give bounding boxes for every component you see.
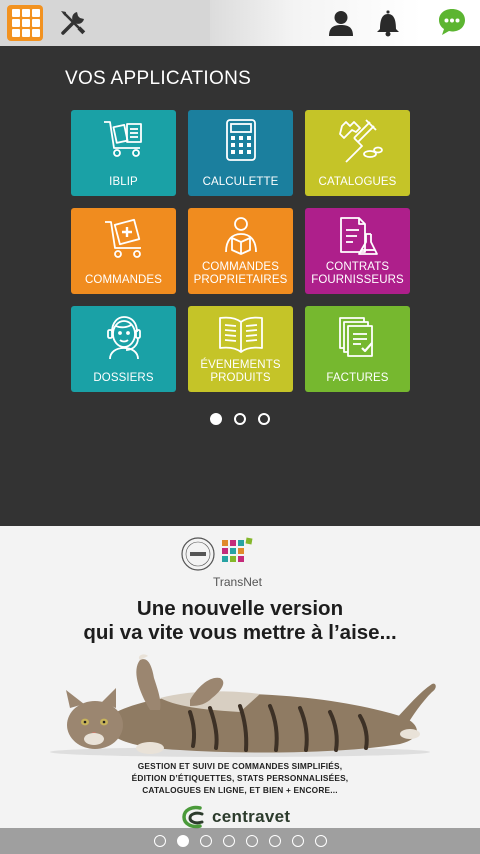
centravet-mark-icon — [182, 805, 204, 829]
banner-features-line3: CATALOGUES EN LIGNE, ET BIEN + ENCORE... — [142, 785, 338, 795]
bell-icon[interactable] — [374, 9, 402, 37]
banner-features-line2: ÉDITION D’ÉTIQUETTES, STATS PERSONNALISÉ… — [131, 773, 349, 783]
tile-label: CATALOGUES — [318, 176, 397, 188]
open-book-icon — [218, 316, 263, 353]
tile-commandes-proprietaires[interactable]: COMMANDES PROPRIETAIRES — [188, 208, 293, 294]
trolley-icon — [103, 121, 142, 157]
banner-features-line1: GESTION ET SUIVI DE COMMANDES SIMPLIFIÉS… — [137, 761, 343, 771]
tile-catalogues[interactable]: CATALOGUES — [305, 110, 410, 196]
product-name: TransNet — [213, 575, 262, 589]
pager-dot-3[interactable] — [258, 413, 270, 425]
syringe-icon — [338, 119, 383, 163]
invoices-icon — [338, 317, 373, 357]
user-icon[interactable] — [327, 9, 355, 37]
tile-iblip[interactable]: IBLIP — [71, 110, 176, 196]
tile-commandes[interactable]: COMMANDES — [71, 208, 176, 294]
company-name: centravet — [212, 807, 291, 826]
tile-evenements-produits[interactable]: ÉVENEMENTS PRODUITS — [188, 306, 293, 392]
apps-pager — [0, 413, 480, 425]
banner-dot-6[interactable] — [268, 835, 281, 847]
chat-icon — [439, 9, 465, 35]
section-title: VOS APPLICATIONS — [65, 68, 252, 89]
tile-label-two-lines: CONTRATS FOURNISSEURS — [305, 261, 410, 287]
tile-calculette[interactable]: CALCULETTE — [188, 110, 293, 196]
tile-factures[interactable]: FACTURES — [305, 306, 410, 392]
banner-dot-3[interactable] — [199, 835, 212, 847]
banner-dot-2[interactable] — [176, 835, 189, 847]
tile-label: COMMANDES — [85, 274, 162, 286]
tile-dossiers[interactable]: DOSSIERS — [71, 306, 176, 392]
contract-flask-icon — [339, 217, 378, 255]
tile-label: CALCULETTE — [202, 176, 279, 188]
banner-dot-8[interactable] — [314, 835, 327, 847]
tile-label-line: CONTRATS — [325, 261, 390, 273]
banner-dot-5[interactable] — [245, 835, 258, 847]
banner-dot-1[interactable] — [153, 835, 166, 847]
tools-icon[interactable] — [58, 8, 88, 38]
tile-label-two-lines: COMMANDES PROPRIETAIRES — [188, 261, 293, 287]
tile-label-line: COMMANDES — [202, 261, 279, 273]
chat-button[interactable] — [424, 0, 480, 46]
tile-label-line: FOURNISSEURS — [311, 274, 404, 286]
banner-dot-7[interactable] — [291, 835, 304, 847]
applications-panel: VOS APPLICATIONS IBLIP CALCULETTE CATALO… — [0, 46, 480, 526]
package-person-icon — [224, 217, 257, 255]
tile-label: IBLIP — [109, 176, 138, 188]
tile-label: DOSSIERS — [93, 372, 154, 384]
banner-dot-4[interactable] — [222, 835, 235, 847]
tile-label-line: PROPRIETAIRES — [193, 274, 288, 286]
top-bar — [0, 0, 480, 46]
tile-label-two-lines: ÉVENEMENTS PRODUITS — [188, 359, 293, 385]
headset-person-icon — [106, 316, 141, 360]
transnet-logo — [181, 537, 253, 571]
tile-contrats-fournisseurs[interactable]: CONTRATS FOURNISSEURS — [305, 208, 410, 294]
apps-grid-icon[interactable] — [7, 5, 43, 41]
calculator-icon — [225, 119, 256, 161]
tile-label-line: ÉVENEMENTS — [200, 359, 281, 371]
tile-label: FACTURES — [326, 372, 389, 384]
tile-label-line: PRODUITS — [210, 372, 271, 384]
cat-illustration — [50, 654, 436, 757]
banner-headline-line1: Une nouvelle version — [136, 597, 344, 620]
banner-pager — [0, 828, 480, 854]
pager-dot-1[interactable] — [210, 413, 222, 425]
cart-icon — [104, 218, 141, 258]
promo-banner[interactable]: TransNet Une nouvelle version qui va vit… — [0, 526, 480, 854]
centravet-logo: centravet — [180, 804, 290, 830]
pager-dot-2[interactable] — [234, 413, 246, 425]
banner-headline-line2: qui va vite vous mettre à l’aise... — [83, 621, 397, 644]
